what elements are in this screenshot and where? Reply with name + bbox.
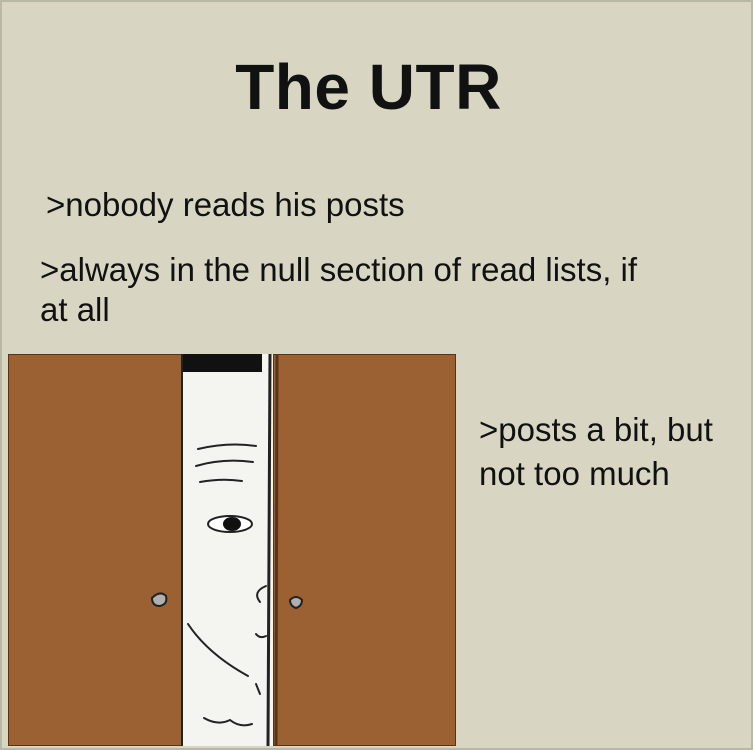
door-gap: [182, 354, 273, 746]
left-door-panel: [8, 354, 183, 746]
right-door-knob-icon: [288, 596, 304, 610]
greentext-line-3: >posts a bit, but not too much: [479, 411, 713, 492]
right-door-frame: [274, 354, 279, 746]
left-door-knob-icon: [150, 592, 168, 608]
door-peek-illustration: [8, 354, 456, 746]
page-title: The UTR: [235, 51, 502, 123]
greentext-line-2: >always in the null section of read list…: [40, 251, 638, 328]
greentext-line-1: >nobody reads his posts: [46, 186, 405, 223]
right-door-edge: [266, 354, 272, 746]
right-door-panel: [272, 354, 456, 746]
hair-shadow: [182, 354, 262, 372]
eye-pupil: [223, 517, 241, 531]
meme-card: The UTR >nobody reads his posts >always …: [0, 0, 753, 750]
